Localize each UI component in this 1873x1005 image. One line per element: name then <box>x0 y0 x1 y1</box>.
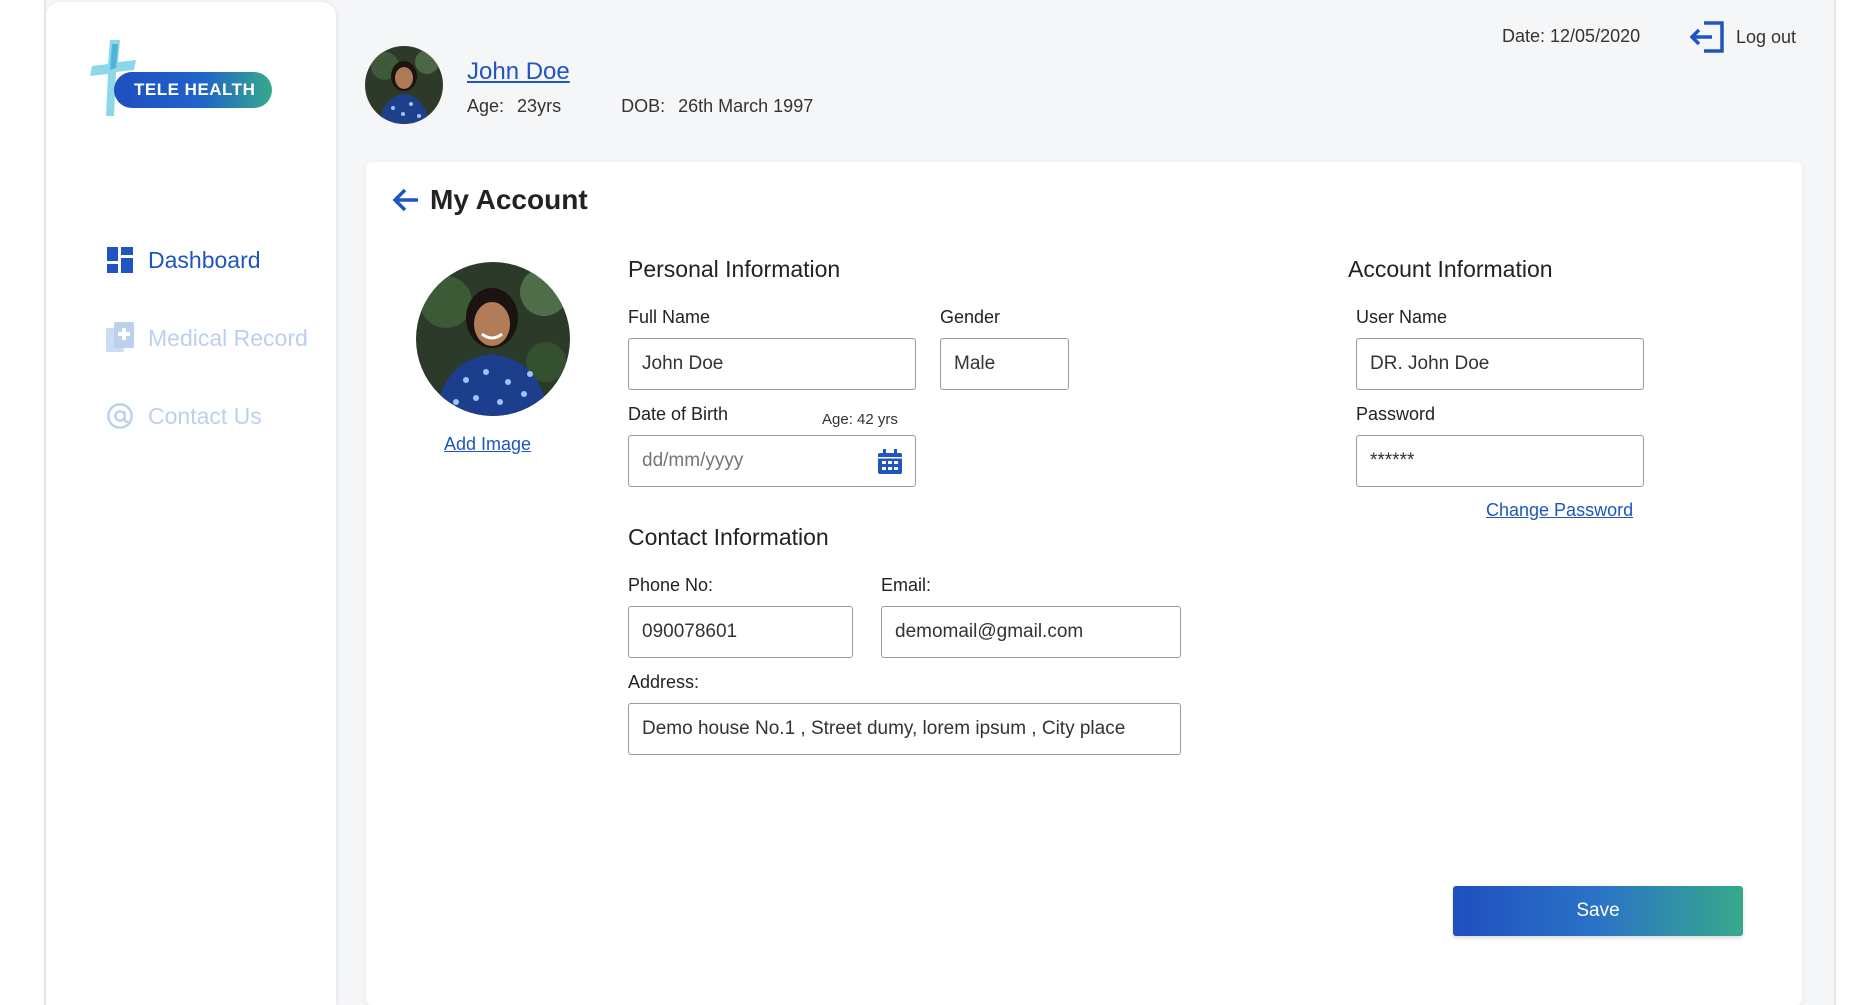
age-hint: Age: 42 yrs <box>822 411 898 428</box>
account-info-title: Account Information <box>1348 256 1553 282</box>
logo-text: TELE HEALTH <box>114 72 272 108</box>
email-field[interactable] <box>881 606 1181 658</box>
sidebar-item-label: Contact Us <box>148 402 262 429</box>
page-title: My Account <box>392 184 588 216</box>
header-user-name-link[interactable]: John Doe <box>467 58 570 86</box>
logout-button[interactable]: Log out <box>1690 20 1796 54</box>
email-label: Email: <box>881 575 932 595</box>
sidebar: TELE HEALTH Dashboard Medical Record Con… <box>46 2 336 1005</box>
phone-label: Phone No: <box>628 575 714 595</box>
username-label: User Name <box>1356 307 1448 327</box>
back-arrow-icon[interactable] <box>392 187 420 213</box>
personal-info-title: Personal Information <box>628 256 841 282</box>
sidebar-nav: Dashboard Medical Record Contact Us <box>106 240 308 474</box>
full-name-input[interactable] <box>642 353 915 375</box>
sidebar-item-dashboard[interactable]: Dashboard <box>106 240 308 280</box>
tele-health-logo[interactable]: TELE HEALTH <box>86 40 296 116</box>
change-password-link[interactable]: Change Password <box>1486 500 1633 521</box>
email-input[interactable] <box>895 621 1180 643</box>
username-field[interactable] <box>1356 338 1644 390</box>
profile-photo[interactable] <box>416 262 570 416</box>
address-field[interactable] <box>628 703 1181 755</box>
phone-field[interactable] <box>628 606 853 658</box>
age-value: 23yrs <box>517 96 562 116</box>
password-input[interactable] <box>1370 450 1643 472</box>
medical-record-icon <box>106 322 134 352</box>
calendar-icon[interactable] <box>877 449 903 475</box>
header-avatar[interactable] <box>365 46 443 124</box>
address-label: Address: <box>628 672 700 692</box>
my-account-card: My Account Add Image Personal Informatio… <box>366 162 1802 1005</box>
age-label: Age: <box>467 96 505 116</box>
phone-input[interactable] <box>642 621 852 643</box>
gender-label: Gender <box>940 307 1001 327</box>
sidebar-item-contact-us[interactable]: Contact Us <box>106 396 308 436</box>
sidebar-item-label: Dashboard <box>148 246 261 273</box>
full-name-label: Full Name <box>628 307 711 327</box>
address-input[interactable] <box>642 718 1180 740</box>
header-user-meta: Age: 23yrs DOB: 26th March 1997 <box>467 96 821 117</box>
gender-selected-value: Male <box>954 353 996 374</box>
dob-input[interactable] <box>642 450 862 472</box>
sidebar-item-label: Medical Record <box>148 324 308 351</box>
password-field[interactable] <box>1356 435 1644 487</box>
dob-field[interactable] <box>628 435 916 487</box>
page-title-text: My Account <box>430 184 588 215</box>
add-image-link[interactable]: Add Image <box>444 434 531 455</box>
gender-select[interactable]: Male <box>940 338 1069 390</box>
username-input[interactable] <box>1370 353 1643 375</box>
sidebar-item-medical-record[interactable]: Medical Record <box>106 318 308 358</box>
logout-icon <box>1690 21 1724 53</box>
contact-info-title: Contact Information <box>628 524 829 550</box>
logout-label: Log out <box>1736 26 1797 47</box>
dob-label: DOB: <box>621 96 666 116</box>
at-icon <box>106 402 134 430</box>
dashboard-icon <box>106 246 134 274</box>
dob-value: 26th March 1997 <box>678 96 814 116</box>
save-button[interactable]: Save <box>1453 886 1743 936</box>
password-label: Password <box>1356 404 1436 424</box>
dob-field-label: Date of Birth <box>628 404 729 424</box>
full-name-field[interactable] <box>628 338 916 390</box>
current-date: Date: 12/05/2020 <box>1502 26 1641 46</box>
app-root: TELE HEALTH Dashboard Medical Record Con… <box>0 0 1873 1005</box>
